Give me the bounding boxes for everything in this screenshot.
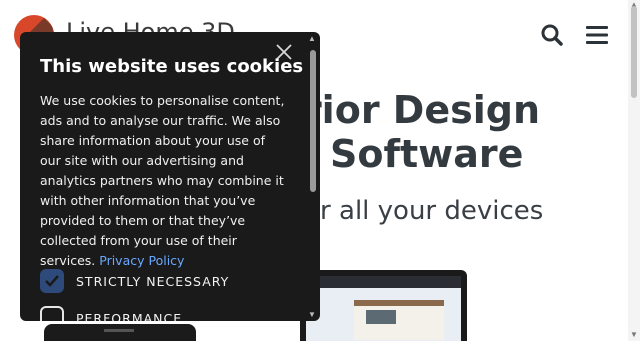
search-icon[interactable] (540, 23, 564, 47)
cookie-body-text: We use cookies to personalise content, a… (40, 93, 285, 268)
scroll-up-arrow-icon[interactable]: ▲ (308, 34, 316, 43)
scroll-down-arrow-icon[interactable]: ▼ (308, 310, 316, 319)
option-label: PERFORMANCE (76, 311, 183, 321)
cookie-scrollbar-thumb[interactable] (310, 50, 316, 192)
laptop-mockup-image (300, 270, 467, 341)
cookie-consent-dialog: This website uses cookies We use cookies… (20, 32, 320, 321)
option-performance[interactable]: PERFORMANCE (40, 305, 290, 321)
option-strictly-necessary[interactable]: STRICTLY NECESSARY (40, 268, 290, 294)
scroll-down-arrow-icon[interactable]: ▼ (630, 330, 638, 339)
cookie-dialog-scrollbar[interactable]: ▲ ▼ (308, 34, 318, 319)
page-scrollbar[interactable]: ▲ ▼ (628, 0, 640, 341)
page-scrollbar-thumb[interactable] (631, 6, 637, 98)
cookie-dialog-body: We use cookies to personalise content, a… (40, 91, 286, 271)
option-label: STRICTLY NECESSARY (76, 274, 230, 289)
hamburger-menu-icon[interactable] (585, 23, 609, 47)
app-toolbar (306, 276, 461, 288)
laptop-screen (306, 276, 461, 341)
house-window (366, 310, 396, 324)
cookie-dialog-title: This website uses cookies (40, 56, 304, 77)
checkbox-performance[interactable] (40, 306, 64, 321)
checkbox-strictly-necessary[interactable] (40, 269, 64, 293)
tablet-mockup-image (44, 324, 196, 341)
privacy-policy-link[interactable]: Privacy Policy (99, 253, 184, 268)
